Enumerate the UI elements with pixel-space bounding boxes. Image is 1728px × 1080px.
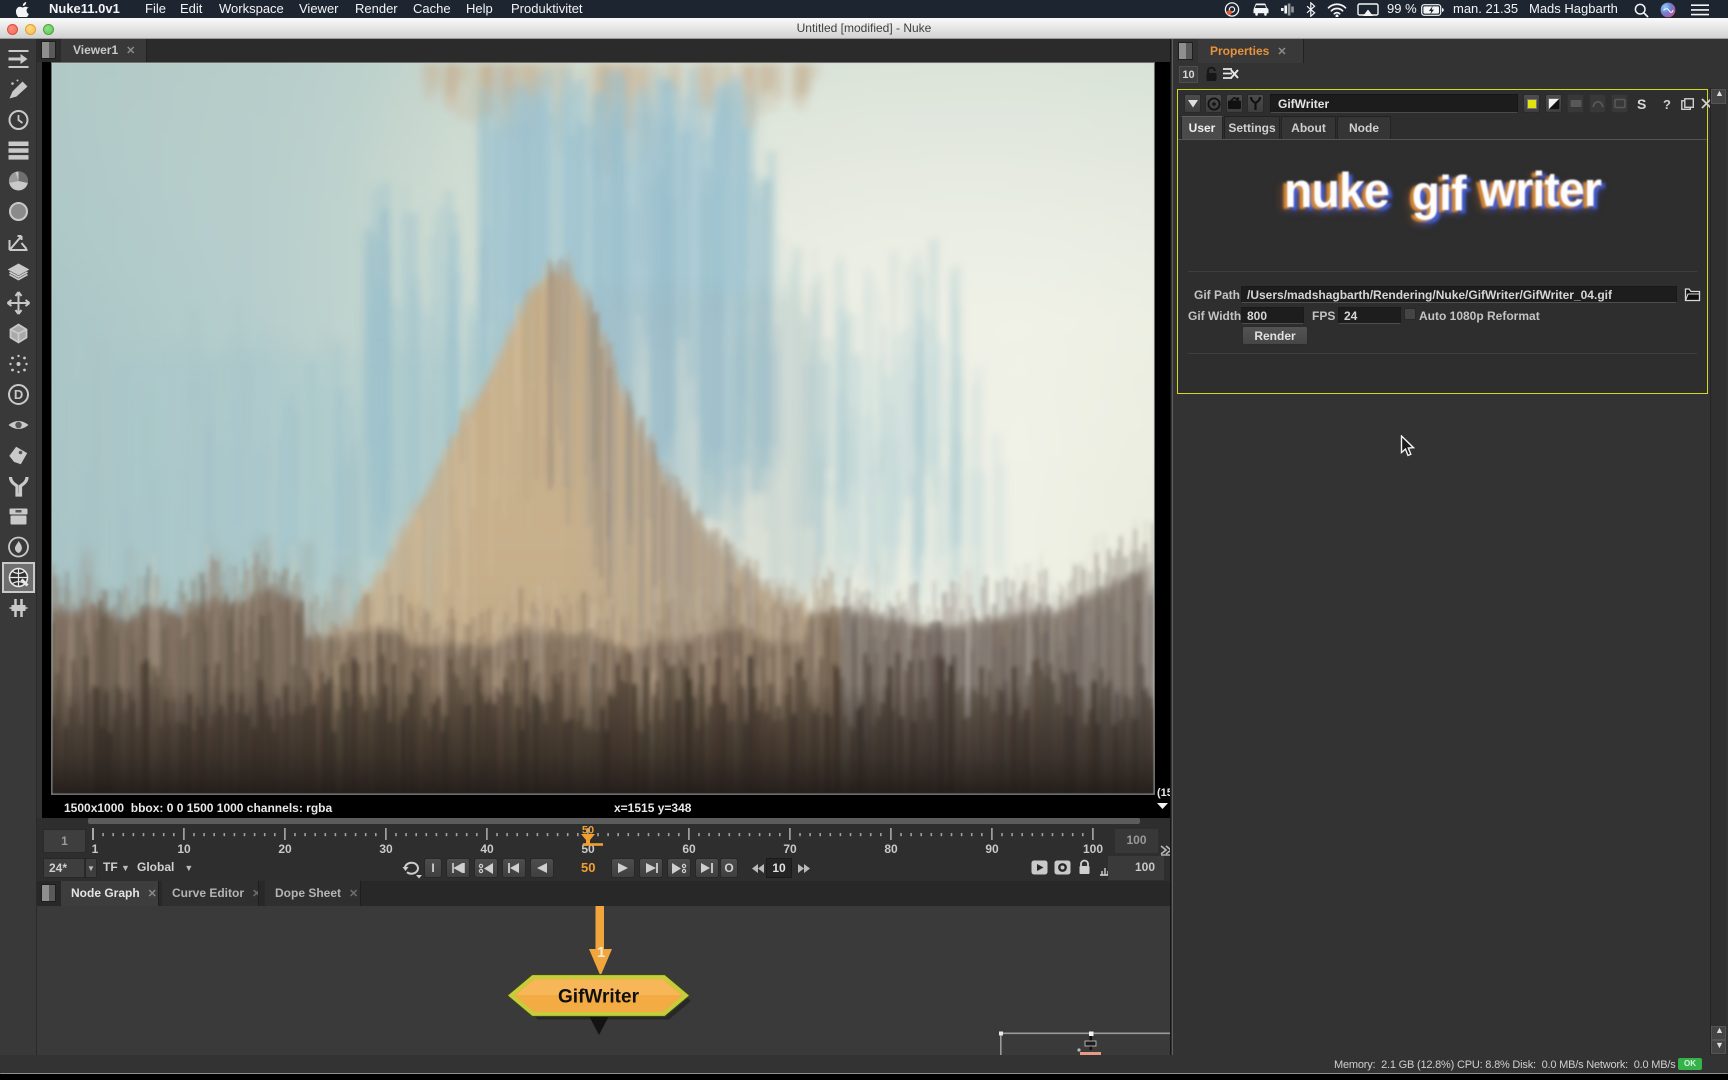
svg-text:30: 30 <box>379 842 393 856</box>
svg-text:60: 60 <box>682 842 696 856</box>
svg-text:100: 100 <box>1083 842 1103 856</box>
svg-text:1: 1 <box>597 944 605 961</box>
svg-text:GifWriter: GifWriter <box>558 987 640 1008</box>
svg-text:80: 80 <box>884 842 898 856</box>
svg-text:70: 70 <box>783 842 797 856</box>
svg-text:20: 20 <box>278 842 292 856</box>
svg-text:10: 10 <box>177 842 191 856</box>
svg-text:90: 90 <box>985 842 999 856</box>
svg-text:1: 1 <box>92 842 99 856</box>
svg-text:D: D <box>14 387 23 402</box>
svg-text:40: 40 <box>480 842 494 856</box>
